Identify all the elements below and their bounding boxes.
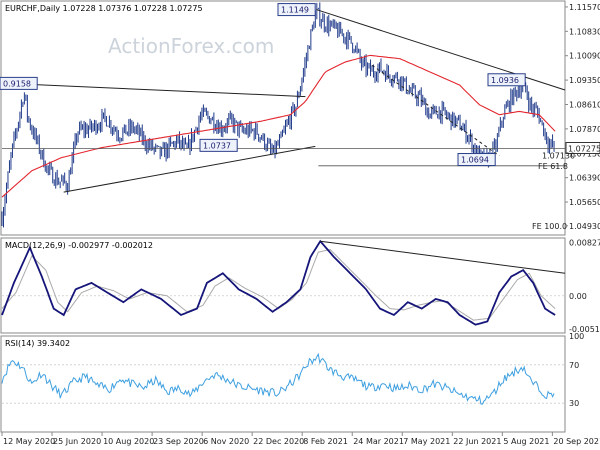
y-tick-label: 1.07870 <box>569 125 600 134</box>
x-tick-label: 7 May 2021 <box>403 437 450 446</box>
y-tick-label: 1.09350 <box>569 76 600 85</box>
annotation-label: FE 61.8 <box>538 162 568 171</box>
macd-y-tick-label: 0.00 <box>569 292 587 301</box>
rsi-y-tick-label: 70 <box>569 361 579 370</box>
x-tick-label: 5 Aug 2021 <box>503 437 549 446</box>
rsi-panel-frame <box>0 335 566 433</box>
y-tick-label: 1.08610 <box>569 100 600 109</box>
annotation-label: 0.9158 <box>3 79 31 88</box>
annotation-label: FE 100.0 <box>532 222 567 231</box>
chart-canvas: ActionForex.com 1.1149 0.9158 1.0737 1.0694… <box>0 0 600 446</box>
annotation-label: 1.0737 <box>203 141 231 150</box>
y-tick-label: 1.10090 <box>569 52 600 61</box>
rsi-y-tick-label: 100 <box>569 332 584 341</box>
rsi-y-tick-label: 30 <box>569 399 579 408</box>
macd-y-tick-label: 0.008276 <box>569 239 600 248</box>
y-tick-label: 1.06390 <box>569 174 600 183</box>
x-tick-label: 10 Aug 2020 <box>103 437 154 446</box>
y-tick-label: 1.11570 <box>569 3 600 12</box>
y-tick-label: 1.05650 <box>569 198 600 207</box>
macd-header: MACD(12,26,9) -0.002977 -0.002012 <box>5 241 153 250</box>
annotation-label: 1.1149 <box>281 6 309 15</box>
x-tick-label: 22 Dec 2020 <box>253 437 304 446</box>
x-tick-label: 6 Nov 2020 <box>203 437 249 446</box>
x-tick-label: 23 Sep 2020 <box>153 437 204 446</box>
x-tick-label: 24 Mar 2021 <box>353 437 404 446</box>
hline-price-label: 1.07130 <box>542 151 575 160</box>
watermark: ActionForex.com <box>108 34 274 58</box>
x-tick-label: 12 May 2020 <box>3 437 55 446</box>
x-tick-label: 8 Feb 2021 <box>303 437 348 446</box>
x-tick-label: 22 Jun 2021 <box>453 437 501 446</box>
x-tick-label: 25 Jun 2020 <box>53 437 101 446</box>
annotation-label: 1.0936 <box>491 76 519 85</box>
y-tick-label: 1.04930 <box>569 222 600 231</box>
price-header: EURCHF,Daily 1.07228 1.07376 1.07228 1.0… <box>5 4 203 13</box>
y-tick-label: 1.10830 <box>569 27 600 36</box>
rsi-header: RSI(14) 39.3402 <box>5 339 70 348</box>
x-tick-label: 20 Sep 2021 <box>553 437 600 446</box>
price-panel-frame <box>0 0 566 236</box>
annotation-label: 1.0694 <box>461 156 489 165</box>
